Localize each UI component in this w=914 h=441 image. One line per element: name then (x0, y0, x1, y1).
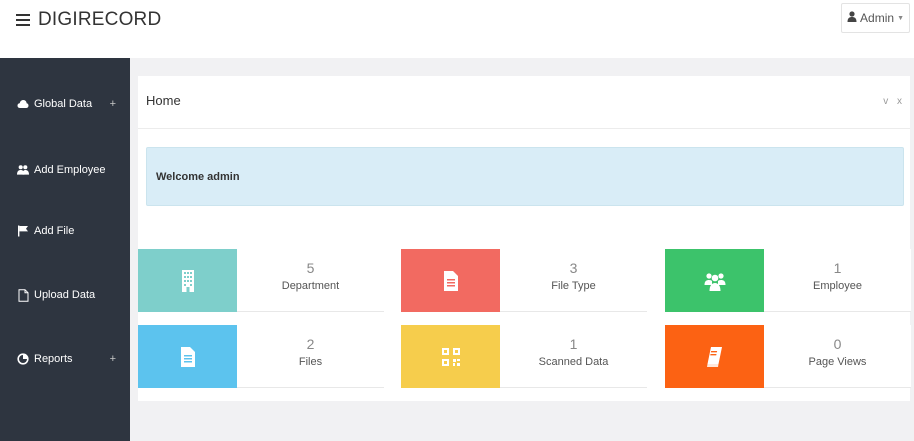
stat-label: Department (281, 280, 340, 292)
stat-count: 0 (833, 336, 842, 352)
admin-label: Admin (860, 11, 895, 25)
panel-tools: v x (877, 96, 902, 107)
brand-title[interactable]: DIGIRECORD (38, 9, 161, 31)
sidebar-item-label: Upload Data (34, 289, 96, 301)
welcome-alert: Welcome admin (146, 147, 904, 206)
stat-count: 3 (569, 260, 578, 276)
stat-count: 1 (569, 336, 578, 352)
file-icon (17, 288, 29, 302)
sidebar-item-reports[interactable]: Reports + (0, 344, 130, 374)
admin-dropdown[interactable]: Admin ▼ (841, 3, 910, 33)
stat-count: 2 (306, 336, 315, 352)
qrcode-icon (401, 325, 500, 388)
sidebar-item-add-file[interactable]: Add File (0, 216, 130, 246)
stat-label: Page Views (808, 356, 867, 368)
stat-tile-employee[interactable]: 1 Employee (665, 249, 911, 312)
stat-body: 1 Employee (764, 249, 911, 312)
stat-tile-files[interactable]: 2 Files (138, 325, 384, 388)
top-bar: DIGIRECORD Admin ▼ (0, 0, 914, 58)
sidebar-item-upload-data[interactable]: Upload Data (0, 280, 130, 310)
stat-body: 3 File Type (500, 249, 647, 312)
user-icon (847, 11, 857, 25)
sidebar: Global Data + Add Employee Add File Uplo… (0, 58, 130, 441)
stat-count: 5 (306, 260, 315, 276)
sidebar-item-label: Add Employee (34, 164, 106, 176)
stat-body: 0 Page Views (764, 325, 911, 388)
main-content: Home v x Welcome admin 5 Department 3 Fi… (130, 58, 914, 441)
document-icon (138, 325, 237, 388)
sidebar-item-add-employee[interactable]: Add Employee (0, 155, 130, 185)
document-icon (401, 249, 500, 312)
stat-label: Files (298, 356, 323, 368)
user-plus-icon (17, 164, 29, 176)
sidebar-item-label: Reports (34, 353, 73, 365)
reports-icon (17, 353, 29, 365)
stat-body: 1 Scanned Data (500, 325, 647, 388)
close-icon[interactable]: x (897, 96, 902, 107)
sidebar-item-label: Add File (34, 225, 75, 237)
hamburger-icon[interactable] (16, 12, 30, 26)
building-icon (138, 249, 237, 312)
stat-count: 1 (833, 260, 842, 276)
caret-down-icon: ▼ (897, 14, 904, 22)
cloud-icon (17, 98, 29, 110)
stat-tile-department[interactable]: 5 Department (138, 249, 384, 312)
panel-divider (138, 128, 910, 129)
stat-label: Employee (813, 280, 862, 292)
panel-title: Home (146, 93, 181, 108)
expand-plus-icon[interactable]: + (110, 98, 116, 110)
flag-icon (17, 225, 29, 237)
stat-body: 2 Files (237, 325, 384, 388)
sidebar-item-label: Global Data (34, 98, 93, 110)
stat-label: File Type (551, 280, 596, 292)
stat-label: Scanned Data (538, 356, 609, 368)
stat-tile-scanned-data[interactable]: 1 Scanned Data (401, 325, 647, 388)
sidebar-item-global-data[interactable]: Global Data + (0, 89, 130, 119)
expand-plus-icon[interactable]: + (110, 353, 116, 365)
stat-tile-file-type[interactable]: 3 File Type (401, 249, 647, 312)
users-icon (665, 249, 764, 312)
stat-tile-page-views[interactable]: 0 Page Views (665, 325, 911, 388)
collapse-icon[interactable]: v (883, 96, 888, 107)
stat-body: 5 Department (237, 249, 384, 312)
book-icon (665, 325, 764, 388)
